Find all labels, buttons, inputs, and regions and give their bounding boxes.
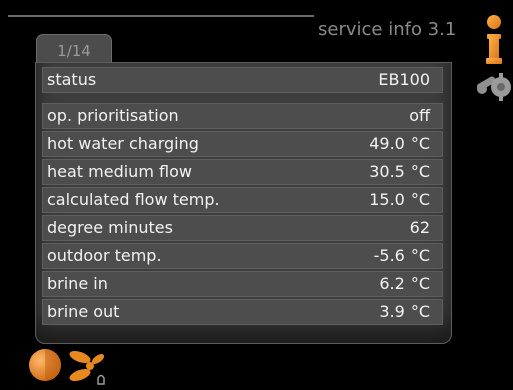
row-value: 62 — [409, 218, 430, 237]
row-value: 30.5 °C — [369, 162, 430, 181]
row-label: brine out — [47, 302, 120, 321]
row-label: outdoor temp. — [47, 246, 162, 265]
row-label: calculated flow temp. — [47, 190, 220, 209]
row-label: heat medium flow — [47, 162, 192, 181]
row-value: 3.9 °C — [379, 302, 430, 321]
page-indicator-tab[interactable]: 1/14 — [36, 34, 112, 63]
info-row-degree-minutes: degree minutes 62 — [42, 215, 443, 241]
heating-circle-icon[interactable] — [28, 348, 62, 382]
info-row-heat-medium-flow: heat medium flow 30.5 °C — [42, 159, 443, 185]
row-label: degree minutes — [47, 218, 173, 237]
row-value: 6.2 °C — [379, 274, 430, 293]
info-row-outdoor-temp: outdoor temp. -5.6 °C — [42, 243, 443, 269]
info-row-brine-out: brine out 3.9 °C — [42, 299, 443, 325]
info-row-brine-in: brine in 6.2 °C — [42, 271, 443, 297]
header-divider — [8, 15, 314, 17]
info-icon[interactable] — [485, 14, 503, 66]
row-label: brine in — [47, 274, 108, 293]
page-title: service info 3.1 — [318, 19, 457, 40]
row-value: off — [409, 106, 430, 125]
info-row-calculated-flow-temp: calculated flow temp. 15.0 °C — [42, 187, 443, 213]
status-row[interactable]: status EB100 — [42, 67, 443, 93]
row-value: 49.0 °C — [369, 134, 430, 153]
tools-icon[interactable] — [474, 70, 513, 104]
row-value: -5.6 °C — [373, 246, 430, 265]
status-label: status — [47, 70, 97, 89]
row-value: 15.0 °C — [369, 190, 430, 209]
status-value: EB100 — [378, 70, 430, 89]
info-row-hot-water-charging: hot water charging 49.0 °C — [42, 131, 443, 157]
info-row-op-prioritisation: op. prioritisation off — [42, 103, 443, 129]
row-label: hot water charging — [47, 134, 199, 153]
fan-icon[interactable] — [68, 348, 112, 386]
service-info-panel: status EB100 op. prioritisation off hot … — [35, 62, 452, 344]
row-label: op. prioritisation — [47, 106, 179, 125]
